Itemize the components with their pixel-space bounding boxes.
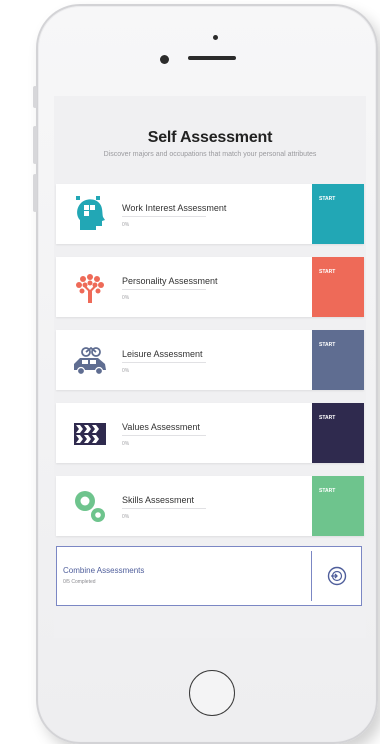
page-title: Self Assessment [147, 129, 273, 146]
assessment-name: Leisure Assessment [122, 349, 203, 359]
volume-down-button [33, 174, 37, 212]
progress-bar [122, 216, 206, 217]
mute-switch [33, 86, 37, 108]
front-sensor [160, 55, 169, 64]
camera-dot [213, 35, 218, 40]
start-button[interactable]: START [312, 330, 364, 390]
progress-bar [122, 289, 206, 290]
start-button[interactable]: START [312, 257, 364, 317]
page-subtitle: Discover majors and occupations that mat… [103, 151, 317, 158]
progress-bar [122, 508, 206, 509]
combine-title: Combine Assessments [63, 566, 145, 575]
progress-percent: 0% [122, 368, 130, 374]
assessment-card-skills[interactable]: Skills Assessment 0% START [56, 476, 364, 536]
chevrons-icon [74, 423, 106, 445]
start-button[interactable]: START [312, 476, 364, 536]
combine-divider [311, 551, 312, 601]
car-bike-icon [74, 346, 106, 376]
app-screen: Self Assessment Discover majors and occu… [54, 96, 366, 638]
progress-percent: 0% [122, 295, 130, 301]
start-button[interactable]: START [312, 403, 364, 463]
combine-status: 0/5 Completed [63, 579, 96, 585]
assessment-card-leisure[interactable]: Leisure Assessment 0% START [56, 330, 364, 390]
volume-up-button [33, 126, 37, 164]
start-button[interactable]: START [312, 184, 364, 244]
assessment-name: Personality Assessment [122, 276, 218, 286]
home-button[interactable] [189, 670, 235, 716]
progress-percent: 0% [122, 441, 130, 447]
assessment-card-work-interest[interactable]: Work Interest Assessment 0% START [56, 184, 364, 244]
progress-percent: 0% [122, 514, 130, 520]
progress-bar [122, 362, 206, 363]
combine-assessments-card[interactable]: Combine Assessments 0/5 Completed [56, 546, 362, 606]
earpiece-speaker [188, 56, 236, 60]
assessment-name: Work Interest Assessment [122, 203, 227, 213]
assessment-card-values[interactable]: Values Assessment 0% START [56, 403, 364, 463]
progress-bar [122, 435, 206, 436]
assessment-name: Values Assessment [122, 422, 200, 432]
gears-icon [75, 491, 105, 522]
head-puzzle-icon [76, 196, 105, 230]
assessment-name: Skills Assessment [122, 495, 195, 505]
assessment-card-personality[interactable]: Personality Assessment 0% START [56, 257, 364, 317]
arrow-circle-icon[interactable] [327, 566, 347, 586]
tree-icon [76, 274, 104, 303]
progress-percent: 0% [122, 222, 130, 228]
